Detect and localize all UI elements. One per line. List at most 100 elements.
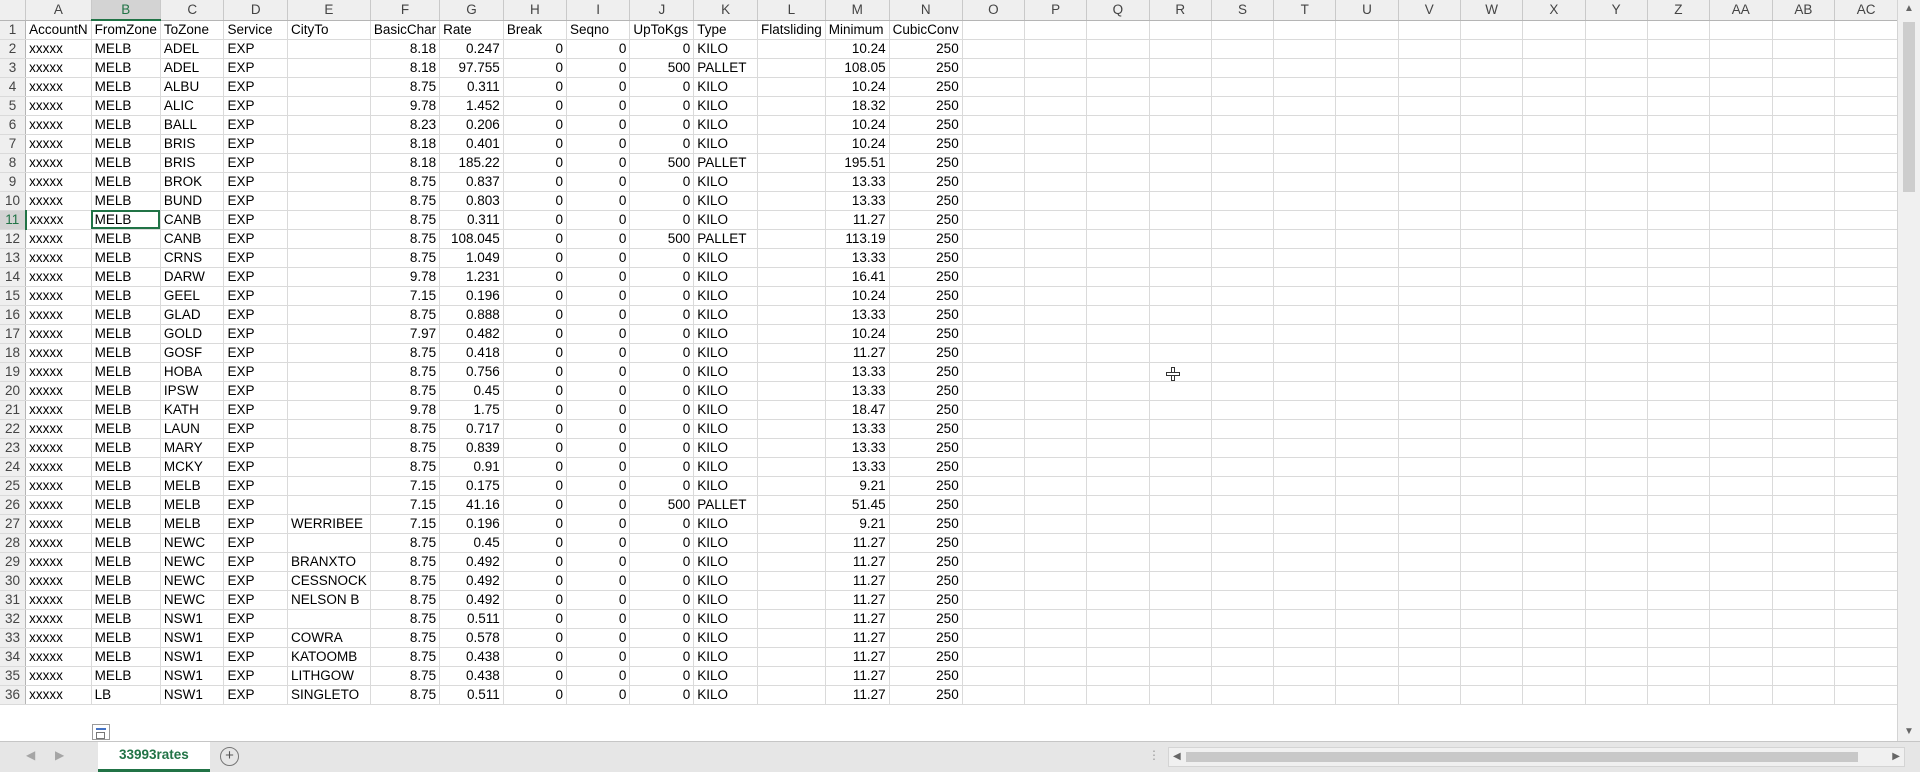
cell-r20[interactable]: [1149, 381, 1212, 401]
cell-p31[interactable]: [1024, 590, 1088, 610]
cell-e5[interactable]: [287, 96, 371, 116]
cell-ab35[interactable]: [1772, 666, 1836, 686]
cell-l24[interactable]: [757, 457, 826, 477]
cell-s32[interactable]: [1211, 609, 1275, 629]
cell-x8[interactable]: [1522, 153, 1586, 173]
cell-o23[interactable]: [962, 438, 1026, 458]
cell-o32[interactable]: [962, 609, 1026, 629]
cell-z28[interactable]: [1647, 533, 1711, 553]
cell-v2[interactable]: [1398, 39, 1461, 59]
cell-e8[interactable]: [287, 153, 371, 173]
cell-g24[interactable]: 0.91: [439, 457, 504, 477]
cell-g30[interactable]: 0.492: [439, 571, 504, 591]
scroll-right-icon[interactable]: ▶: [1892, 748, 1900, 766]
cell-k16[interactable]: KILO: [693, 305, 758, 325]
cell-p36[interactable]: [1024, 685, 1088, 705]
cell-e33[interactable]: COWRA: [287, 628, 371, 648]
cell-r27[interactable]: [1149, 514, 1212, 534]
cell-n18[interactable]: 250: [889, 343, 963, 363]
cell-c12[interactable]: CANB: [160, 229, 225, 249]
cell-e23[interactable]: [287, 438, 371, 458]
cell-a2[interactable]: xxxxx: [25, 39, 92, 59]
cell-l16[interactable]: [757, 305, 826, 325]
cell-b6[interactable]: MELB: [91, 115, 161, 135]
cell-o31[interactable]: [962, 590, 1026, 610]
cell-m18[interactable]: 11.27: [825, 343, 890, 363]
cell-ac24[interactable]: [1834, 457, 1898, 477]
paste-options-icon[interactable]: [92, 724, 110, 740]
cell-k9[interactable]: KILO: [693, 172, 758, 192]
cell-q18[interactable]: [1086, 343, 1150, 363]
cell-f15[interactable]: 7.15: [370, 286, 441, 306]
cell-o1[interactable]: [962, 20, 1026, 40]
cell-w8[interactable]: [1460, 153, 1524, 173]
cell-b25[interactable]: MELB: [91, 476, 161, 496]
cell-l31[interactable]: [757, 590, 826, 610]
cell-z32[interactable]: [1647, 609, 1711, 629]
cell-aa32[interactable]: [1709, 609, 1773, 629]
cell-c29[interactable]: NEWC: [160, 552, 225, 572]
cell-n34[interactable]: 250: [889, 647, 963, 667]
cell-m5[interactable]: 18.32: [825, 96, 890, 116]
cell-j20[interactable]: 0: [629, 381, 695, 401]
cell-ac20[interactable]: [1834, 381, 1898, 401]
column-header-q[interactable]: Q: [1086, 0, 1150, 21]
cell-h26[interactable]: 0: [503, 495, 568, 515]
cell-l6[interactable]: [757, 115, 826, 135]
cell-aa11[interactable]: [1709, 210, 1773, 230]
row-header[interactable]: 5: [0, 96, 27, 116]
cell-h6[interactable]: 0: [503, 115, 568, 135]
cell-u8[interactable]: [1335, 153, 1399, 173]
cell-r10[interactable]: [1149, 191, 1212, 211]
cell-r14[interactable]: [1149, 267, 1212, 287]
cell-w35[interactable]: [1460, 666, 1524, 686]
column-header-p[interactable]: P: [1024, 0, 1088, 21]
cell-l15[interactable]: [757, 286, 826, 306]
cell-x16[interactable]: [1522, 305, 1586, 325]
cell-l12[interactable]: [757, 229, 826, 249]
cell-ac6[interactable]: [1834, 115, 1898, 135]
cell-t15[interactable]: [1273, 286, 1337, 306]
cell-y16[interactable]: [1585, 305, 1648, 325]
cell-l3[interactable]: [757, 58, 826, 78]
cell-r32[interactable]: [1149, 609, 1212, 629]
cell-v29[interactable]: [1398, 552, 1461, 572]
row-header[interactable]: 4: [0, 77, 27, 97]
cell-o12[interactable]: [962, 229, 1026, 249]
row-header[interactable]: 21: [0, 400, 27, 420]
cell-y29[interactable]: [1585, 552, 1648, 572]
row-header[interactable]: 22: [0, 419, 27, 439]
cell-t26[interactable]: [1273, 495, 1337, 515]
cell-l28[interactable]: [757, 533, 826, 553]
cell-p16[interactable]: [1024, 305, 1088, 325]
cell-o7[interactable]: [962, 134, 1026, 154]
row-header[interactable]: 26: [0, 495, 27, 515]
cell-n23[interactable]: 250: [889, 438, 963, 458]
cell-c31[interactable]: NEWC: [160, 590, 225, 610]
cell-ab30[interactable]: [1772, 571, 1836, 591]
cell-q31[interactable]: [1086, 590, 1150, 610]
cell-s36[interactable]: [1211, 685, 1275, 705]
cell-t3[interactable]: [1273, 58, 1337, 78]
cell-j15[interactable]: 0: [629, 286, 695, 306]
cell-t17[interactable]: [1273, 324, 1337, 344]
cell-ac31[interactable]: [1834, 590, 1898, 610]
cell-m34[interactable]: 11.27: [825, 647, 890, 667]
cell-t27[interactable]: [1273, 514, 1337, 534]
cell-w33[interactable]: [1460, 628, 1524, 648]
cell-f23[interactable]: 8.75: [370, 438, 441, 458]
cell-r9[interactable]: [1149, 172, 1212, 192]
cell-l35[interactable]: [757, 666, 826, 686]
cell-j25[interactable]: 0: [629, 476, 695, 496]
cell-ac30[interactable]: [1834, 571, 1898, 591]
cell-o14[interactable]: [962, 267, 1026, 287]
cell-x15[interactable]: [1522, 286, 1586, 306]
column-header-ac[interactable]: AC: [1834, 0, 1898, 21]
cell-h35[interactable]: 0: [503, 666, 568, 686]
cell-r1[interactable]: [1149, 20, 1212, 40]
cell-t11[interactable]: [1273, 210, 1337, 230]
cell-v7[interactable]: [1398, 134, 1461, 154]
cell-u26[interactable]: [1335, 495, 1399, 515]
scroll-up-icon[interactable]: ▲: [1898, 0, 1920, 18]
cell-ac5[interactable]: [1834, 96, 1898, 116]
